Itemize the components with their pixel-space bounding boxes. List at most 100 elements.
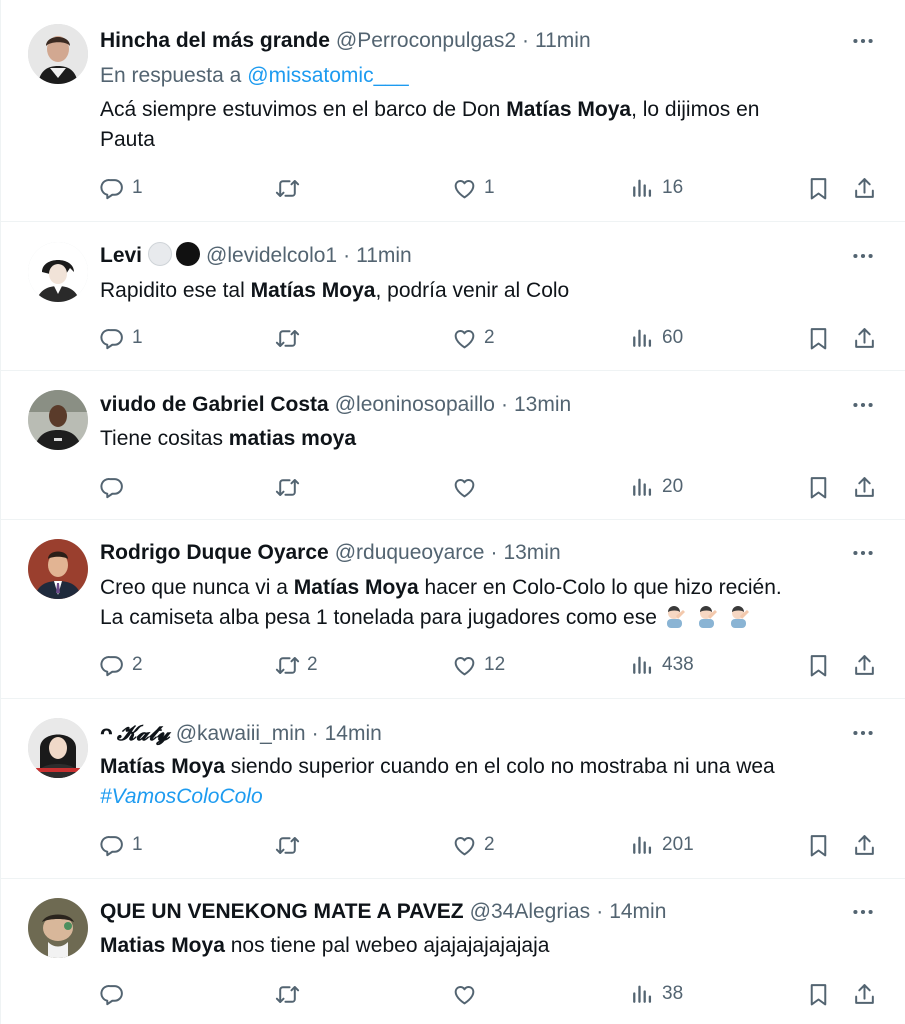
retweet-button[interactable] <box>275 979 307 1009</box>
user-handle[interactable]: @Perroconpulgas2 <box>336 29 516 52</box>
reply-icon <box>100 326 125 351</box>
avatar[interactable] <box>28 898 88 958</box>
share-button[interactable] <box>852 173 877 203</box>
reply-icon <box>100 653 125 678</box>
more-button[interactable] <box>849 242 877 270</box>
text-segment: Acá siempre estuvimos en el barco de Don <box>100 98 507 121</box>
timestamp[interactable]: 13min <box>503 541 560 564</box>
bookmark-button[interactable] <box>806 979 831 1009</box>
bookmark-button[interactable] <box>806 323 831 353</box>
views-button[interactable]: 20 <box>630 472 683 502</box>
tweet-header: Rodrigo Duque Oyarce @rduqueoyarce · 13min <box>100 539 881 567</box>
views-button[interactable]: 60 <box>630 323 683 353</box>
share-button[interactable] <box>852 472 877 502</box>
like-button[interactable] <box>452 472 484 502</box>
views-button[interactable]: 38 <box>630 979 683 1009</box>
like-button[interactable]: 12 <box>452 650 505 680</box>
more-button[interactable] <box>849 391 877 419</box>
more-button[interactable] <box>849 898 877 926</box>
view-count: 201 <box>662 834 694 855</box>
like-count: 12 <box>484 654 506 675</box>
bookmark-button[interactable] <box>806 173 831 203</box>
tweet-header: QUE UN VENEKONG MATE A PAVEZ @34Alegrias ·… <box>100 898 881 926</box>
share-button[interactable] <box>852 830 877 860</box>
text-segment: , lo dijimos en <box>631 98 760 121</box>
reply-button[interactable]: 1 <box>100 830 143 860</box>
share-button[interactable] <box>852 979 877 1009</box>
timestamp[interactable]: 11min <box>356 244 412 267</box>
views-icon <box>630 653 655 678</box>
views-button[interactable]: 438 <box>630 650 694 680</box>
avatar[interactable] <box>28 242 88 302</box>
reply-button[interactable] <box>100 472 132 502</box>
reply-button[interactable]: 2 <box>100 650 143 680</box>
reply-button[interactable]: 1 <box>100 323 143 353</box>
tweet[interactable]: viudo de Gabriel Costa @leoninosopaillo · 1… <box>0 371 905 520</box>
user-handle[interactable]: @levidelcolo1 <box>206 244 337 267</box>
display-name[interactable]: Levi <box>100 244 142 267</box>
text-segment: Creo que nunca vi a <box>100 576 294 599</box>
avatar[interactable] <box>28 24 88 84</box>
user-handle[interactable]: @rduqueoyarce <box>335 541 485 564</box>
heart-icon <box>452 982 477 1007</box>
bookmark-button[interactable] <box>806 830 831 860</box>
bookmark-button[interactable] <box>806 472 831 502</box>
tweet[interactable]: ᴖ 𝓚𝓪𝓽𝔂 @kawaiii_min · 14min Matías Moya sien… <box>0 699 905 879</box>
tweet[interactable]: Hincha del más grande @Perroconpulgas2 · 11… <box>0 0 905 222</box>
more-button[interactable] <box>849 27 877 55</box>
avatar[interactable] <box>28 539 88 599</box>
timestamp[interactable]: 11min <box>535 29 591 52</box>
more-icon <box>850 899 876 925</box>
user-handle[interactable]: @34Alegrias <box>470 900 591 923</box>
reply-count: 1 <box>132 177 143 198</box>
like-button[interactable]: 1 <box>452 173 495 203</box>
share-icon <box>852 326 877 351</box>
tweet[interactable]: QUE UN VENEKONG MATE A PAVEZ @34Alegrias ·… <box>0 879 905 1024</box>
tweet[interactable]: Levi @levidelcolo1 · 11min Rapidito ese tal… <box>0 222 905 371</box>
display-name[interactable]: QUE UN VENEKONG MATE A PAVEZ <box>100 900 464 923</box>
display-name[interactable]: Rodrigo Duque Oyarce <box>100 541 329 564</box>
bookmark-button[interactable] <box>806 650 831 680</box>
reply-button[interactable] <box>100 979 132 1009</box>
views-button[interactable]: 201 <box>630 830 694 860</box>
retweet-button[interactable]: 2 <box>275 650 318 680</box>
share-button[interactable] <box>852 323 877 353</box>
highlighted-keyword: Matías Moya <box>250 279 376 302</box>
retweet-count: 2 <box>307 654 318 675</box>
display-name[interactable]: Hincha del más grande <box>100 29 330 52</box>
retweet-button[interactable] <box>275 173 307 203</box>
like-button[interactable]: 2 <box>452 323 495 353</box>
retweet-button[interactable] <box>275 830 307 860</box>
action-bar: 1 2 60 <box>100 323 881 353</box>
display-name[interactable]: viudo de Gabriel Costa <box>100 393 329 416</box>
separator: · <box>500 393 508 416</box>
reply-icon <box>100 475 125 500</box>
bookmark-icon <box>806 176 831 201</box>
timestamp[interactable]: 13min <box>514 393 571 416</box>
like-count: 2 <box>484 327 495 348</box>
like-button[interactable]: 2 <box>452 830 495 860</box>
text-segment: hacer en Colo-Colo lo que hizo recién. <box>418 576 782 599</box>
avatar[interactable] <box>28 718 88 778</box>
retweet-button[interactable] <box>275 472 307 502</box>
timestamp[interactable]: 14min <box>325 722 382 745</box>
share-button[interactable] <box>852 650 877 680</box>
more-button[interactable] <box>849 719 877 747</box>
tweet[interactable]: Rodrigo Duque Oyarce @rduqueoyarce · 13min … <box>0 520 905 699</box>
timestamp[interactable]: 14min <box>609 900 666 923</box>
action-bar: 20 <box>100 472 881 502</box>
reply-button[interactable]: 1 <box>100 173 143 203</box>
name-prefix: ᴖ <box>100 722 113 745</box>
reply-mention-link[interactable]: @missatomic___ <box>247 64 408 87</box>
more-button[interactable] <box>849 539 877 567</box>
hashtag-link[interactable]: #VamosColoColo <box>100 785 263 808</box>
bookmark-icon <box>806 475 831 500</box>
text-segment: Pauta <box>100 128 155 151</box>
retweet-button[interactable] <box>275 323 307 353</box>
display-name[interactable]: 𝓚𝓪𝓽𝔂 <box>117 720 170 745</box>
like-button[interactable] <box>452 979 484 1009</box>
views-button[interactable]: 16 <box>630 173 683 203</box>
user-handle[interactable]: @kawaiii_min <box>176 722 306 745</box>
user-handle[interactable]: @leoninosopaillo <box>335 393 495 416</box>
avatar[interactable] <box>28 390 88 450</box>
